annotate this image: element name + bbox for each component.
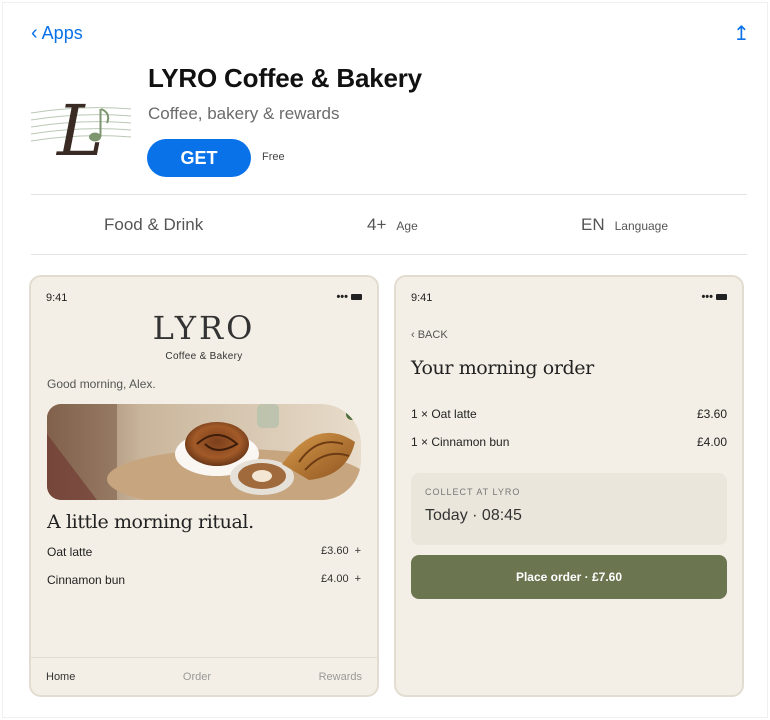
order-line-price: £3.60 — [696, 407, 727, 421]
app-icon-letter: L — [55, 90, 103, 165]
price-label: Free — [262, 151, 285, 163]
hero-image — [47, 404, 361, 500]
screenshot-order[interactable]: 9:41 ••• ‹ BACK Your morning order 1 × O… — [394, 275, 744, 697]
collect-label: COLLECT AT LYRO — [425, 487, 521, 497]
order-line: 1 × Oat latte £3.60 — [411, 407, 727, 421]
divider — [31, 254, 747, 255]
language-label: Language — [614, 219, 669, 233]
menu-item-price: £3.60 — [321, 545, 349, 557]
battery-icon — [716, 294, 727, 300]
status-icons: ••• — [336, 291, 362, 303]
age-label: Age — [396, 219, 418, 233]
app-store-page: ‹ Apps ↥ L LYRO Coffee & Bakery Coffee, … — [2, 2, 768, 718]
back-to-apps-link[interactable]: ‹ Apps — [31, 23, 83, 44]
info-age: 4+ Age — [367, 215, 418, 235]
back-link[interactable]: ‹ BACK — [411, 329, 448, 341]
collect-time: Today · 08:45 — [425, 507, 522, 524]
order-line-price: £4.00 — [696, 435, 727, 449]
status-icons: ••• — [701, 291, 727, 303]
age-value: 4+ — [367, 215, 387, 234]
add-icon[interactable]: + — [355, 545, 361, 559]
language-value: EN — [581, 215, 605, 234]
menu-item[interactable]: Oat latte £3.60 + — [47, 545, 361, 559]
tab-rewards[interactable]: Rewards — [319, 671, 362, 683]
order-line-name: 1 × Oat latte — [411, 407, 477, 421]
status-time: 9:41 — [411, 292, 433, 304]
back-label: Apps — [41, 23, 83, 43]
share-icon[interactable]: ↥ — [733, 21, 750, 46]
status-time: 9:41 — [46, 292, 68, 304]
menu-item-name: Cinnamon bun — [47, 573, 126, 587]
divider — [31, 194, 747, 195]
menu-item-name: Oat latte — [47, 545, 93, 559]
screenshot-home[interactable]: 9:41 ••• LYRO Coffee & Bakery Good morni… — [29, 275, 379, 697]
battery-icon — [351, 294, 362, 300]
chevron-left-icon: ‹ — [31, 21, 38, 44]
collect-card[interactable]: COLLECT AT LYRO Today · 08:45 — [411, 473, 727, 545]
app-icon: L — [31, 75, 131, 165]
app-title: LYRO Coffee & Bakery — [148, 63, 422, 93]
add-icon[interactable]: + — [355, 573, 361, 587]
category-value: Food & Drink — [104, 215, 204, 234]
brand-logo: LYRO — [152, 309, 256, 347]
section-heading: A little morning ritual. — [47, 511, 254, 533]
menu-item-price: £4.00 — [321, 573, 349, 585]
order-line: 1 × Cinnamon bun £4.00 — [411, 435, 727, 449]
menu-item[interactable]: Cinnamon bun £4.00 + — [47, 573, 361, 587]
info-language: EN Language — [581, 215, 668, 235]
tab-order[interactable]: Order — [183, 671, 211, 683]
tab-bar: Home Order Rewards — [31, 657, 377, 695]
tab-home[interactable]: Home — [46, 671, 75, 683]
signal-icon: ••• — [336, 291, 348, 303]
signal-icon: ••• — [701, 291, 713, 303]
app-subtitle: Coffee, bakery & rewards — [148, 104, 340, 123]
place-order-button[interactable]: Place order · £7.60 — [411, 555, 727, 599]
order-line-name: 1 × Cinnamon bun — [411, 435, 510, 449]
order-title: Your morning order — [411, 357, 594, 379]
greeting-text: Good morning, Alex. — [47, 377, 156, 391]
info-category: Food & Drink — [104, 215, 203, 235]
get-button[interactable]: GET — [147, 139, 251, 177]
brand-subtitle: Coffee & Bakery — [165, 351, 243, 362]
